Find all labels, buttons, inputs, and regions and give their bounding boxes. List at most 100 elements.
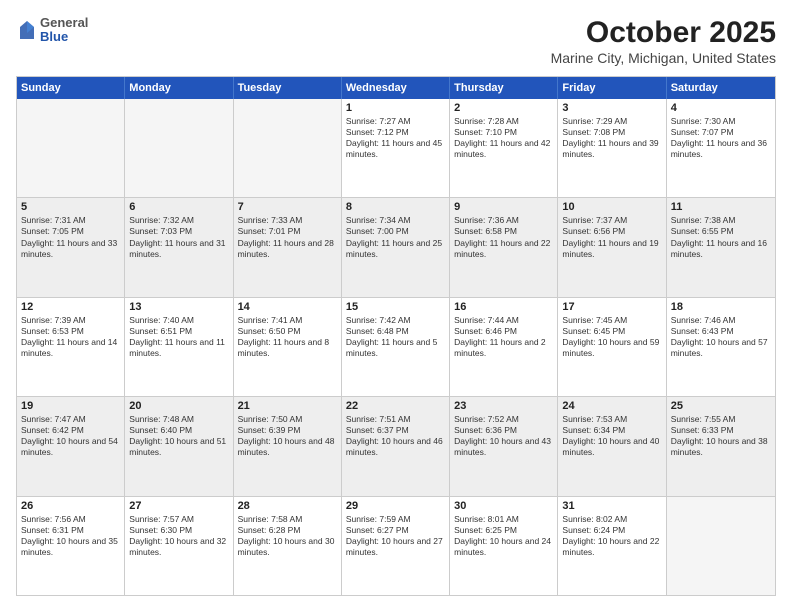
header: General Blue October 2025 Marine City, M… (16, 16, 776, 66)
day-of-week-header: Tuesday (234, 77, 342, 99)
day-number: 3 (562, 102, 661, 114)
day-number: 8 (346, 201, 445, 213)
calendar-row: 1Sunrise: 7:27 AM Sunset: 7:12 PM Daylig… (17, 99, 775, 197)
logo-blue-text: Blue (40, 30, 88, 44)
cell-content: Sunrise: 7:48 AM Sunset: 6:40 PM Dayligh… (129, 414, 228, 458)
cell-content: Sunrise: 7:50 AM Sunset: 6:39 PM Dayligh… (238, 414, 337, 458)
cell-content: Sunrise: 7:58 AM Sunset: 6:28 PM Dayligh… (238, 514, 337, 558)
calendar-row: 12Sunrise: 7:39 AM Sunset: 6:53 PM Dayli… (17, 297, 775, 396)
day-number: 12 (21, 301, 120, 313)
calendar-cell: 24 Sunrise: 7:53 AM Sunset: 6:34 PM Dayli… (558, 397, 666, 495)
cell-content: Sunrise: 7:34 AM Sunset: 7:00 PM Dayligh… (346, 215, 445, 259)
calendar-cell: 20 Sunrise: 7:48 AM Sunset: 6:40 PM Dayli… (125, 397, 233, 495)
day-number: 11 (671, 201, 771, 213)
calendar-cell (17, 99, 125, 197)
logo: General Blue (16, 16, 88, 45)
cell-content: Sunrise: 7:45 AM Sunset: 6:45 PM Dayligh… (562, 315, 661, 359)
cell-content: Sunrise: 7:31 AM Sunset: 7:05 PM Dayligh… (21, 215, 120, 259)
calendar-cell: 29 Sunrise: 7:59 AM Sunset: 6:27 PM Dayli… (342, 497, 450, 595)
day-number: 24 (562, 400, 661, 412)
calendar-cell: 1Sunrise: 7:27 AM Sunset: 7:12 PM Daylig… (342, 99, 450, 197)
calendar-cell: 21 Sunrise: 7:50 AM Sunset: 6:39 PM Dayli… (234, 397, 342, 495)
calendar-header: SundayMondayTuesdayWednesdayThursdayFrid… (17, 77, 775, 99)
day-of-week-header: Sunday (17, 77, 125, 99)
calendar-cell: 27Sunrise: 7:57 AM Sunset: 6:30 PM Dayli… (125, 497, 233, 595)
day-of-week-header: Wednesday (342, 77, 450, 99)
cell-content: Sunrise: 8:01 AM Sunset: 6:25 PM Dayligh… (454, 514, 553, 558)
calendar-cell (667, 497, 775, 595)
cell-content: Sunrise: 7:57 AM Sunset: 6:30 PM Dayligh… (129, 514, 228, 558)
logo-general-text: General (40, 16, 88, 30)
calendar-cell: 9Sunrise: 7:36 AM Sunset: 6:58 PM Daylig… (450, 198, 558, 296)
day-of-week-header: Friday (558, 77, 666, 99)
cell-content: Sunrise: 7:46 AM Sunset: 6:43 PM Dayligh… (671, 315, 771, 359)
logo-text: General Blue (40, 16, 88, 45)
day-number: 22 (346, 400, 445, 412)
cell-content: Sunrise: 7:40 AM Sunset: 6:51 PM Dayligh… (129, 315, 228, 359)
cell-content: Sunrise: 7:28 AM Sunset: 7:10 PM Dayligh… (454, 116, 553, 160)
calendar-cell: 11 Sunrise: 7:38 AM Sunset: 6:55 PM Dayli… (667, 198, 775, 296)
cell-content: Sunrise: 7:27 AM Sunset: 7:12 PM Dayligh… (346, 116, 445, 160)
calendar-cell: 4 Sunrise: 7:30 AM Sunset: 7:07 PM Daylig… (667, 99, 775, 197)
day-number: 31 (562, 500, 661, 512)
day-number: 5 (21, 201, 120, 213)
calendar-cell: 7Sunrise: 7:33 AM Sunset: 7:01 PM Daylig… (234, 198, 342, 296)
calendar-cell: 26Sunrise: 7:56 AM Sunset: 6:31 PM Dayli… (17, 497, 125, 595)
day-number: 26 (21, 500, 120, 512)
calendar-row: 19 Sunrise: 7:47 AM Sunset: 6:42 PM Dayli… (17, 396, 775, 495)
calendar-cell: 14 Sunrise: 7:41 AM Sunset: 6:50 PM Dayli… (234, 298, 342, 396)
title-block: October 2025 Marine City, Michigan, Unit… (551, 16, 776, 66)
calendar-cell: 6 Sunrise: 7:32 AM Sunset: 7:03 PM Daylig… (125, 198, 233, 296)
calendar-row: 5 Sunrise: 7:31 AM Sunset: 7:05 PM Daylig… (17, 197, 775, 296)
day-number: 2 (454, 102, 553, 114)
calendar-cell: 18Sunrise: 7:46 AM Sunset: 6:43 PM Dayli… (667, 298, 775, 396)
calendar: SundayMondayTuesdayWednesdayThursdayFrid… (16, 76, 776, 596)
day-number: 28 (238, 500, 337, 512)
calendar-cell: 3 Sunrise: 7:29 AM Sunset: 7:08 PM Daylig… (558, 99, 666, 197)
cell-content: Sunrise: 7:53 AM Sunset: 6:34 PM Dayligh… (562, 414, 661, 458)
day-number: 6 (129, 201, 228, 213)
calendar-cell: 17Sunrise: 7:45 AM Sunset: 6:45 PM Dayli… (558, 298, 666, 396)
cell-content: Sunrise: 7:30 AM Sunset: 7:07 PM Dayligh… (671, 116, 771, 160)
day-number: 14 (238, 301, 337, 313)
day-number: 10 (562, 201, 661, 213)
calendar-cell: 28 Sunrise: 7:58 AM Sunset: 6:28 PM Dayli… (234, 497, 342, 595)
cell-content: Sunrise: 7:36 AM Sunset: 6:58 PM Dayligh… (454, 215, 553, 259)
day-number: 20 (129, 400, 228, 412)
calendar-cell: 22 Sunrise: 7:51 AM Sunset: 6:37 PM Dayli… (342, 397, 450, 495)
calendar-cell: 13Sunrise: 7:40 AM Sunset: 6:51 PM Dayli… (125, 298, 233, 396)
cell-content: Sunrise: 7:38 AM Sunset: 6:55 PM Dayligh… (671, 215, 771, 259)
day-number: 21 (238, 400, 337, 412)
cell-content: Sunrise: 7:55 AM Sunset: 6:33 PM Dayligh… (671, 414, 771, 458)
calendar-cell: 25 Sunrise: 7:55 AM Sunset: 6:33 PM Dayli… (667, 397, 775, 495)
cell-content: Sunrise: 7:59 AM Sunset: 6:27 PM Dayligh… (346, 514, 445, 558)
day-number: 19 (21, 400, 120, 412)
day-of-week-header: Thursday (450, 77, 558, 99)
day-number: 15 (346, 301, 445, 313)
month-title: October 2025 (551, 16, 776, 50)
calendar-body: 1Sunrise: 7:27 AM Sunset: 7:12 PM Daylig… (17, 99, 775, 595)
cell-content: Sunrise: 7:44 AM Sunset: 6:46 PM Dayligh… (454, 315, 553, 359)
calendar-cell: 8 Sunrise: 7:34 AM Sunset: 7:00 PM Daylig… (342, 198, 450, 296)
cell-content: Sunrise: 7:51 AM Sunset: 6:37 PM Dayligh… (346, 414, 445, 458)
cell-content: Sunrise: 7:42 AM Sunset: 6:48 PM Dayligh… (346, 315, 445, 359)
calendar-cell: 31 Sunrise: 8:02 AM Sunset: 6:24 PM Dayli… (558, 497, 666, 595)
cell-content: Sunrise: 7:29 AM Sunset: 7:08 PM Dayligh… (562, 116, 661, 160)
calendar-cell (125, 99, 233, 197)
calendar-cell: 16 Sunrise: 7:44 AM Sunset: 6:46 PM Dayli… (450, 298, 558, 396)
day-number: 7 (238, 201, 337, 213)
calendar-row: 26Sunrise: 7:56 AM Sunset: 6:31 PM Dayli… (17, 496, 775, 595)
day-number: 29 (346, 500, 445, 512)
cell-content: Sunrise: 7:47 AM Sunset: 6:42 PM Dayligh… (21, 414, 120, 458)
calendar-cell: 5 Sunrise: 7:31 AM Sunset: 7:05 PM Daylig… (17, 198, 125, 296)
day-number: 16 (454, 301, 553, 313)
cell-content: Sunrise: 8:02 AM Sunset: 6:24 PM Dayligh… (562, 514, 661, 558)
day-of-week-header: Saturday (667, 77, 775, 99)
day-number: 4 (671, 102, 771, 114)
day-number: 30 (454, 500, 553, 512)
page: General Blue October 2025 Marine City, M… (0, 0, 792, 612)
day-number: 25 (671, 400, 771, 412)
cell-content: Sunrise: 7:41 AM Sunset: 6:50 PM Dayligh… (238, 315, 337, 359)
day-of-week-header: Monday (125, 77, 233, 99)
cell-content: Sunrise: 7:32 AM Sunset: 7:03 PM Dayligh… (129, 215, 228, 259)
